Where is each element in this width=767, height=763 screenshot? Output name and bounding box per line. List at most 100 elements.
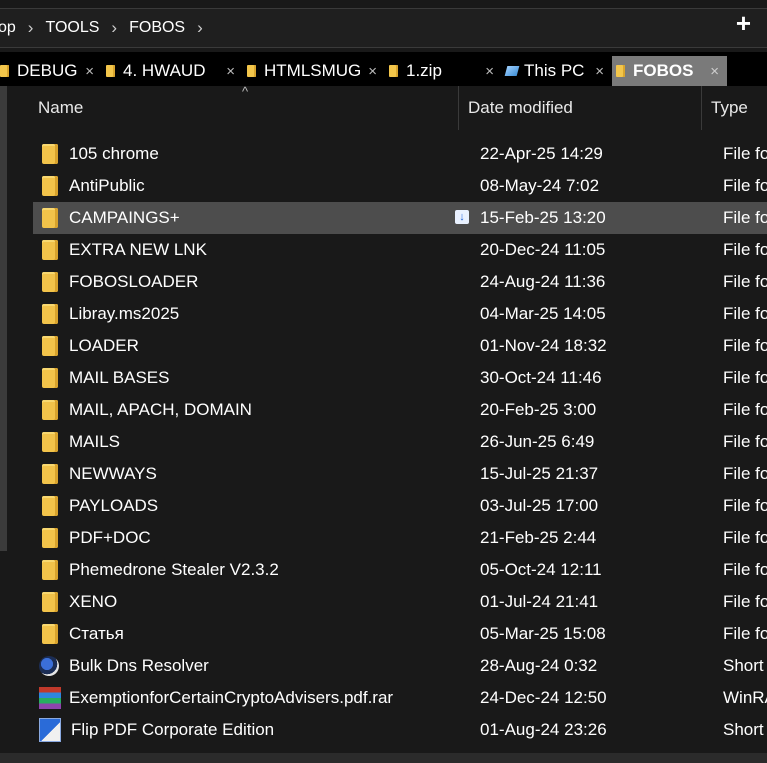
folder-icon xyxy=(42,528,58,548)
tab-5[interactable]: This PC × xyxy=(502,56,612,86)
item-date-modified: 15-Feb-25 13:20 xyxy=(480,208,606,227)
folder-icon xyxy=(42,272,58,292)
item-type: File fo xyxy=(723,464,767,483)
breadcrumb[interactable]: op › TOOLS › FOBOS › xyxy=(0,8,767,48)
list-item[interactable]: MAIL BASES 30-Oct-24 11:46 File fo xyxy=(33,362,767,394)
column-header-type[interactable]: Type xyxy=(701,86,767,130)
item-type: File fo xyxy=(723,368,767,387)
tab-2[interactable]: 4. HWAUD × xyxy=(102,56,243,86)
tab-label: FOBOS xyxy=(633,61,694,80)
file-list: 105 chrome 22-Apr-25 14:29 File fo AntiPubl… xyxy=(33,138,767,746)
navigation-pane-scrollbar[interactable] xyxy=(0,86,7,551)
close-tab-icon[interactable]: × xyxy=(595,63,604,80)
item-name: Phemedrone Stealer V2.3.2 xyxy=(69,560,279,579)
list-item[interactable]: MAILS 26-Jun-25 6:49 File fo xyxy=(33,426,767,458)
new-tab-button[interactable]: + xyxy=(736,10,751,36)
list-item[interactable]: XENO 01-Jul-24 21:41 File fo xyxy=(33,586,767,618)
item-type: File fo xyxy=(723,528,767,547)
list-item[interactable]: 105 chrome 22-Apr-25 14:29 File fo xyxy=(33,138,767,170)
tab-6[interactable]: FOBOS × xyxy=(612,56,727,86)
tab-4[interactable]: 1.zip × xyxy=(385,56,502,86)
close-tab-icon[interactable]: × xyxy=(368,63,377,80)
item-date-modified: 01-Aug-24 23:26 xyxy=(480,720,607,739)
item-name: PAYLOADS xyxy=(69,496,159,515)
item-name: Bulk Dns Resolver xyxy=(69,656,209,675)
item-name: LOADER xyxy=(69,336,139,355)
tab-label: This PC xyxy=(524,61,585,80)
chevron-right-icon[interactable]: › xyxy=(20,18,42,38)
list-item[interactable]: LOADER 01-Nov-24 18:32 File fo xyxy=(33,330,767,362)
list-item[interactable]: PDF+DOC 21-Feb-25 2:44 File fo xyxy=(33,522,767,554)
item-date-modified: 28-Aug-24 0:32 xyxy=(480,656,598,675)
folder-icon xyxy=(106,65,115,77)
list-item[interactable]: ExemptionforCertainCryptoAdvisers.pdf.ra… xyxy=(33,682,767,714)
column-header-date-label: Date modified xyxy=(468,98,573,117)
tab-1[interactable]: DEBUG × xyxy=(0,56,102,86)
tab-3[interactable]: HTMLSMUG × xyxy=(243,56,385,86)
item-name: Flip PDF Corporate Edition xyxy=(71,720,275,739)
tab-label: DEBUG xyxy=(17,61,78,80)
item-date-modified: 30-Oct-24 11:46 xyxy=(480,368,602,387)
tab-strip: DEBUG × 4. HWAUD × HTMLSMUG × 1.zip × This PC × FO… xyxy=(0,52,767,86)
item-name: MAIL BASES xyxy=(69,368,170,387)
list-item[interactable]: MAIL, APACH, DOMAIN 20-Feb-25 3:00 File fo xyxy=(33,394,767,426)
item-date-modified: 01-Jul-24 21:41 xyxy=(480,592,599,611)
list-item[interactable]: NEWWAYS 15-Jul-25 21:37 File fo xyxy=(33,458,767,490)
list-item[interactable]: CAMPAINGS+ 15-Feb-25 13:20 File fo ↓ xyxy=(33,202,767,234)
item-name: AntiPublic xyxy=(69,176,145,195)
item-type: Short xyxy=(723,720,764,739)
folder-icon xyxy=(42,496,58,516)
folder-icon xyxy=(42,208,58,228)
item-date-modified: 20-Dec-24 11:05 xyxy=(480,240,606,259)
list-item[interactable]: EXTRA NEW LNK 20-Dec-24 11:05 File fo xyxy=(33,234,767,266)
item-type: File fo xyxy=(723,144,767,163)
item-date-modified: 15-Jul-25 21:37 xyxy=(480,464,599,483)
item-type: File fo xyxy=(723,400,767,419)
item-type: File fo xyxy=(723,624,767,643)
item-date-modified: 01-Nov-24 18:32 xyxy=(480,336,607,355)
item-type: File fo xyxy=(723,560,767,579)
chevron-right-icon[interactable]: › xyxy=(189,18,211,38)
breadcrumb-item-fobos[interactable]: FOBOS xyxy=(125,19,189,37)
folder-icon xyxy=(42,624,58,644)
horizontal-scrollbar[interactable] xyxy=(0,753,767,763)
app-shortcut-icon xyxy=(39,656,59,676)
item-name: 105 chrome xyxy=(69,144,159,163)
close-tab-icon[interactable]: × xyxy=(226,63,235,80)
breadcrumb-item-parent[interactable]: op xyxy=(0,19,20,37)
list-item[interactable]: AntiPublic 08-May-24 7:02 File fo xyxy=(33,170,767,202)
breadcrumb-item-tools[interactable]: TOOLS xyxy=(41,19,103,37)
item-name: Libray.ms2025 xyxy=(69,304,180,323)
item-type: WinRA xyxy=(723,688,767,707)
folder-icon xyxy=(247,65,256,77)
winrar-archive-icon xyxy=(39,687,61,709)
tab-label: HTMLSMUG xyxy=(264,61,362,80)
item-type: File fo xyxy=(723,592,767,611)
address-bar[interactable]: op › TOOLS › FOBOS › xyxy=(0,0,767,48)
column-header-name-label: Name xyxy=(38,98,84,117)
list-item[interactable]: Libray.ms2025 04-Mar-25 14:05 File fo xyxy=(33,298,767,330)
close-tab-icon[interactable]: × xyxy=(485,63,494,80)
list-item[interactable]: Статья 05-Mar-25 15:08 File fo xyxy=(33,618,767,650)
item-type: File fo xyxy=(723,304,767,323)
item-name: MAIL, APACH, DOMAIN xyxy=(69,400,252,419)
item-name: FOBOSLOADER xyxy=(69,272,199,291)
folder-icon xyxy=(0,65,9,77)
item-name: CAMPAINGS+ xyxy=(69,208,180,227)
list-item[interactable]: Flip PDF Corporate Edition 01-Aug-24 23:2… xyxy=(33,714,767,746)
column-header-date[interactable]: Date modified xyxy=(458,86,701,130)
item-type: File fo xyxy=(723,272,767,291)
column-header-name[interactable]: Name ^ xyxy=(12,84,458,130)
pdf-app-icon xyxy=(39,718,61,742)
list-item[interactable]: PAYLOADS 03-Jul-25 17:00 File fo xyxy=(33,490,767,522)
item-date-modified: 20-Feb-25 3:00 xyxy=(480,400,597,419)
close-tab-icon[interactable]: × xyxy=(85,63,94,80)
close-tab-icon[interactable]: × xyxy=(710,63,719,80)
list-item[interactable]: Phemedrone Stealer V2.3.2 05-Oct-24 12:11… xyxy=(33,554,767,586)
list-item[interactable]: Bulk Dns Resolver 28-Aug-24 0:32 Short xyxy=(33,650,767,682)
list-item[interactable]: FOBOSLOADER 24-Aug-24 11:36 File fo xyxy=(33,266,767,298)
sync-download-icon: ↓ xyxy=(455,210,469,224)
folder-icon xyxy=(42,560,58,580)
item-type: File fo xyxy=(723,240,767,259)
chevron-right-icon[interactable]: › xyxy=(103,18,125,38)
